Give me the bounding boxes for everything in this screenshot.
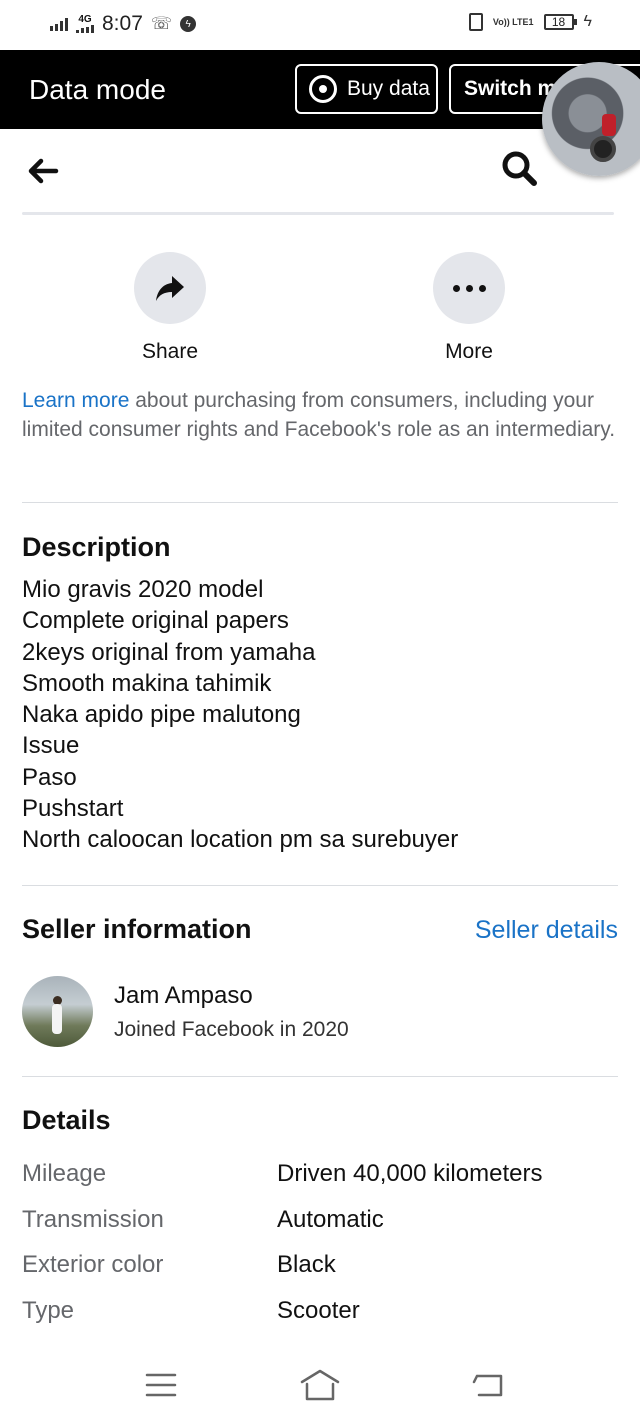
more-action[interactable]: More [409, 252, 529, 364]
marketplace-listing-screen: 4G 8:07 ☏ ϟ Vo)) LTE1 18 ϟ Data mode Buy… [0, 0, 640, 1422]
share-label: Share [141, 340, 199, 363]
details-key: Transmission [22, 1205, 164, 1233]
back-icon [472, 1374, 503, 1397]
clock: 8:07 [102, 12, 143, 35]
avatar-photo-figure [52, 1004, 62, 1034]
seller-avatar[interactable] [22, 976, 93, 1047]
description-title: Description [22, 532, 171, 562]
header-divider [22, 212, 614, 215]
divider [22, 1076, 618, 1077]
details-row: Exterior color Black [22, 1251, 622, 1297]
search-button[interactable] [498, 147, 542, 191]
system-nav-bar [0, 1352, 640, 1422]
share-arrow-icon [156, 276, 184, 301]
home-icon [300, 1369, 340, 1401]
messenger-icon: ϟ [180, 16, 197, 32]
description-line: Mio gravis 2020 model [22, 576, 264, 603]
more-circle[interactable] [433, 252, 505, 324]
buy-data-button[interactable]: Buy data [295, 64, 438, 114]
arrow-left-icon [28, 158, 59, 184]
divider [22, 502, 618, 503]
details-key: Mileage [22, 1160, 107, 1187]
details-value: Automatic [277, 1205, 384, 1233]
app-header [0, 129, 640, 215]
chat-head-photo-wheel [590, 136, 616, 162]
description-body: Mio gravis 2020 model Complete original … [22, 574, 622, 856]
vibrate-icon [468, 13, 483, 31]
network-indicator: 4G [76, 15, 94, 33]
description-line: Naka apido pipe malutong [22, 701, 301, 729]
back-button[interactable] [24, 151, 64, 191]
seller-name[interactable]: Jam Ampaso [114, 982, 253, 1010]
switch-mode-label: Switch m [464, 77, 557, 100]
recent-apps-button[interactable] [145, 1372, 177, 1398]
data-mode-title: Data mode [29, 74, 166, 105]
broadcast-icon [309, 75, 337, 103]
seller-details-link[interactable]: Seller details [475, 916, 618, 945]
divider [22, 885, 618, 886]
details-row: Type Scooter [22, 1297, 622, 1343]
details-table: Mileage Driven 40,000 kilometers Transmi… [22, 1160, 622, 1342]
signal-icon [50, 17, 68, 31]
description-line: North caloocan location pm sa surebuyer [22, 826, 459, 854]
details-row: Transmission Automatic [22, 1206, 622, 1252]
seller-joined: Joined Facebook in 2020 [114, 1018, 349, 1041]
status-left: 4G 8:07 ☏ ϟ [50, 12, 197, 36]
status-right: Vo)) LTE1 18 ϟ [468, 13, 592, 31]
home-button[interactable] [298, 1368, 342, 1402]
consumer-rights-notice: Learn more about purchasing from consume… [22, 386, 618, 444]
details-key: Exterior color [22, 1251, 164, 1278]
details-row: Mileage Driven 40,000 kilometers [22, 1160, 622, 1206]
menu-icon [145, 1373, 177, 1397]
more-label: More [445, 340, 493, 363]
chat-head-photo-detail [602, 114, 616, 136]
learn-more-link[interactable]: Learn more [22, 389, 129, 412]
description-line: Smooth makina tahimik [22, 669, 272, 697]
share-action[interactable]: Share [110, 252, 230, 364]
description-line: Pushstart [22, 795, 124, 823]
back-nav-button[interactable] [470, 1370, 506, 1400]
description-line: Paso [22, 763, 77, 791]
description-line: Issue [22, 732, 80, 760]
battery-icon: 18 [543, 14, 577, 30]
description-line: Complete original papers [22, 607, 289, 635]
network-type: 4G [78, 14, 92, 25]
search-icon [502, 151, 537, 186]
details-key: Type [22, 1296, 75, 1324]
share-circle[interactable] [134, 252, 206, 324]
seller-info-title: Seller information [22, 914, 252, 944]
buy-data-label: Buy data [347, 77, 430, 100]
status-bar: 4G 8:07 ☏ ϟ Vo)) LTE1 18 ϟ [0, 0, 640, 50]
details-value: Black [277, 1251, 336, 1278]
call-icon: ☏ [150, 14, 173, 33]
details-value: Driven 40,000 kilometers [277, 1160, 543, 1187]
signal-icon-2 [76, 25, 94, 33]
details-title: Details [22, 1105, 111, 1135]
more-dots-icon [452, 284, 486, 292]
details-value: Scooter [277, 1296, 360, 1324]
charging-icon: ϟ [583, 13, 592, 30]
volte-indicator: Vo)) LTE1 [492, 16, 534, 27]
description-line: 2keys original from yamaha [22, 638, 316, 666]
